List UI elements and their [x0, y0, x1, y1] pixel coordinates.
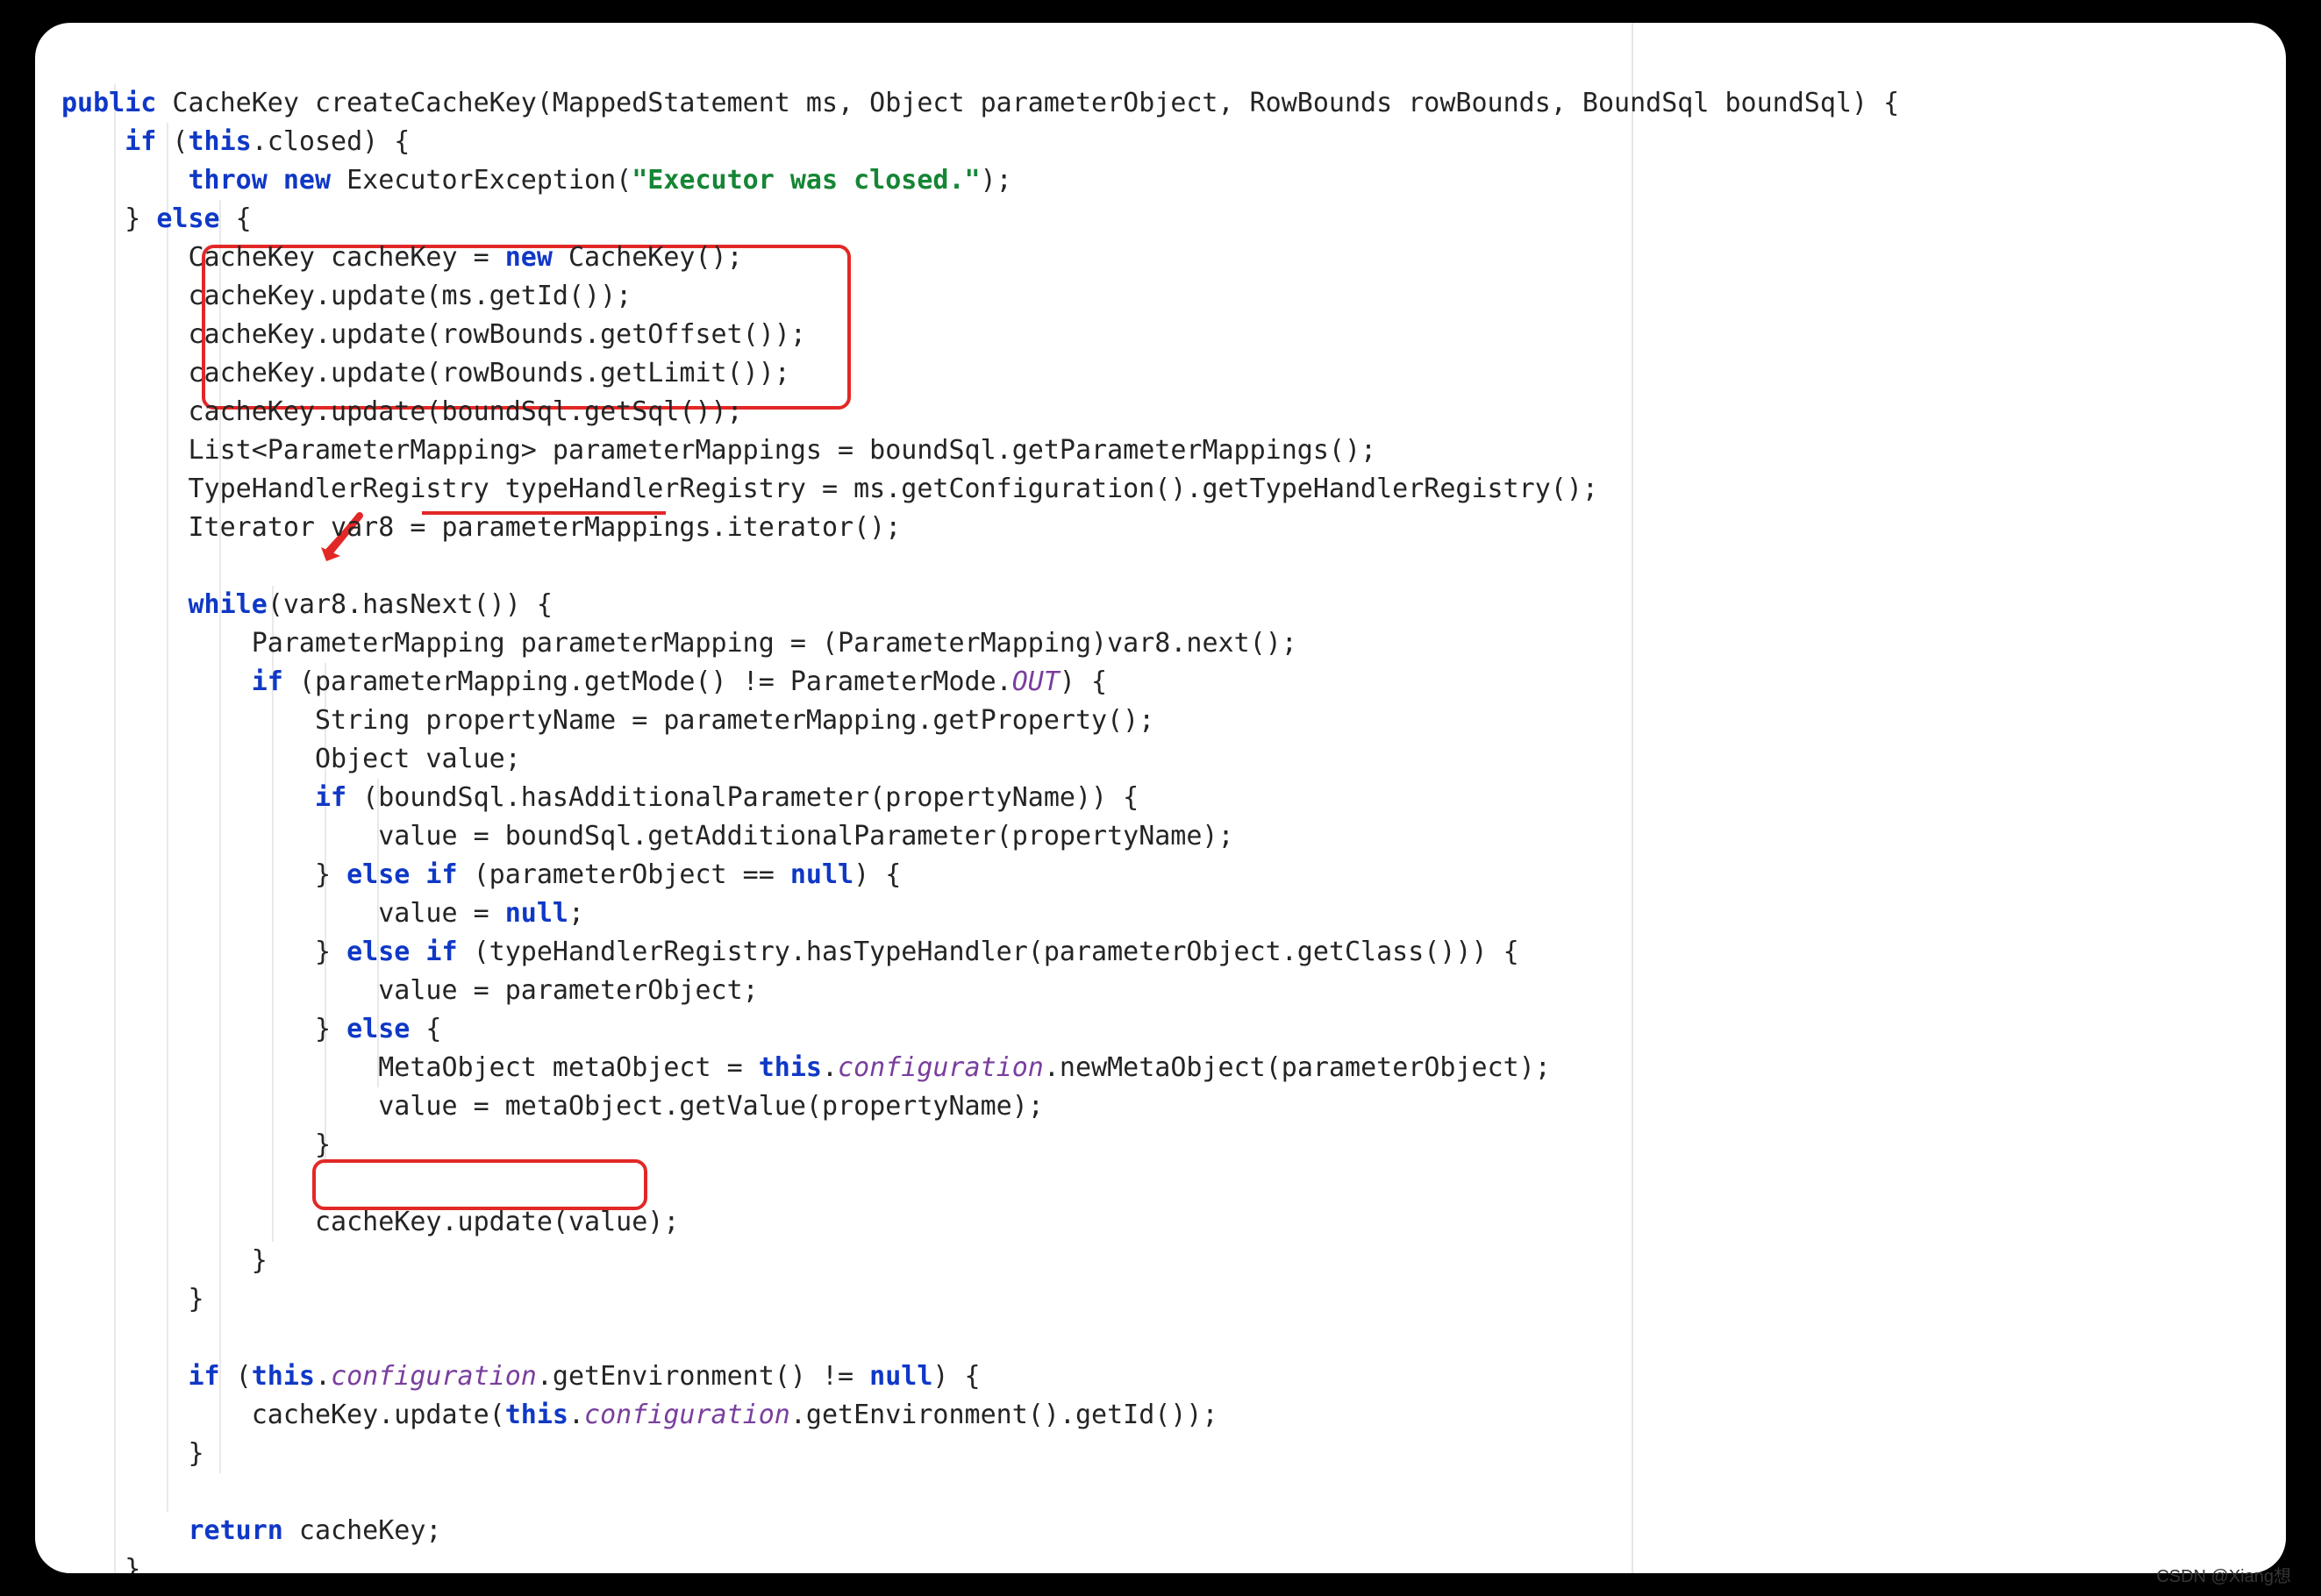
code-line: public CacheKey createCacheKey(MappedSta…	[61, 88, 1899, 118]
code-line: cacheKey.update(rowBounds.getOffset());	[61, 319, 806, 350]
code-line: List<ParameterMapping> parameterMappings…	[61, 435, 1376, 466]
code-line: } else if (parameterObject == null) {	[61, 859, 901, 890]
code-line: }	[61, 1554, 140, 1573]
code-line: Object value;	[61, 744, 521, 774]
code-line: value = parameterObject;	[61, 975, 759, 1006]
code-line: } else {	[61, 1014, 441, 1044]
code-line: TypeHandlerRegistry typeHandlerRegistry …	[61, 474, 1598, 504]
code-line: }	[61, 1438, 204, 1469]
code-line: }	[61, 1284, 204, 1315]
code-line: } else {	[61, 203, 252, 234]
code-line: while(var8.hasNext()) {	[61, 589, 553, 620]
code-line: cacheKey.update(ms.getId());	[61, 281, 632, 311]
code-line: if (parameterMapping.getMode() != Parame…	[61, 666, 1107, 697]
code-card: public CacheKey createCacheKey(MappedSta…	[35, 23, 2286, 1573]
code-line: MetaObject metaObject = this.configurati…	[61, 1052, 1551, 1083]
code-block: public CacheKey createCacheKey(MappedSta…	[61, 46, 1899, 1573]
code-line: cacheKey.update(rowBounds.getLimit());	[61, 358, 790, 388]
code-line: if (this.closed) {	[61, 126, 410, 157]
code-line: if (boundSql.hasAdditionalParameter(prop…	[61, 782, 1139, 813]
code-line: Iterator var8 = parameterMappings.iterat…	[61, 512, 901, 543]
code-line: String propertyName = parameterMapping.g…	[61, 705, 1154, 736]
code-line: if (this.configuration.getEnvironment() …	[61, 1361, 981, 1392]
code-line: value = boundSql.getAdditionalParameter(…	[61, 821, 1234, 851]
code-line: value = null;	[61, 898, 584, 929]
watermark: CSDN @Xiang想	[2156, 1562, 2291, 1587]
code-line: cacheKey.update(this.configuration.getEn…	[61, 1400, 1218, 1430]
code-line: }	[61, 1245, 268, 1276]
code-line: throw new ExecutorException("Executor wa…	[61, 165, 1012, 196]
code-line: return cacheKey;	[61, 1515, 442, 1546]
code-line: ParameterMapping parameterMapping = (Par…	[61, 628, 1297, 659]
code-line: } else if (typeHandlerRegistry.hasTypeHa…	[61, 937, 1519, 967]
code-line: CacheKey cacheKey = new CacheKey();	[61, 242, 743, 273]
code-line: value = metaObject.getValue(propertyName…	[61, 1091, 1044, 1122]
code-line: cacheKey.update(value);	[61, 1207, 679, 1237]
code-line: cacheKey.update(boundSql.getSql());	[61, 396, 743, 427]
code-line: }	[61, 1129, 331, 1160]
